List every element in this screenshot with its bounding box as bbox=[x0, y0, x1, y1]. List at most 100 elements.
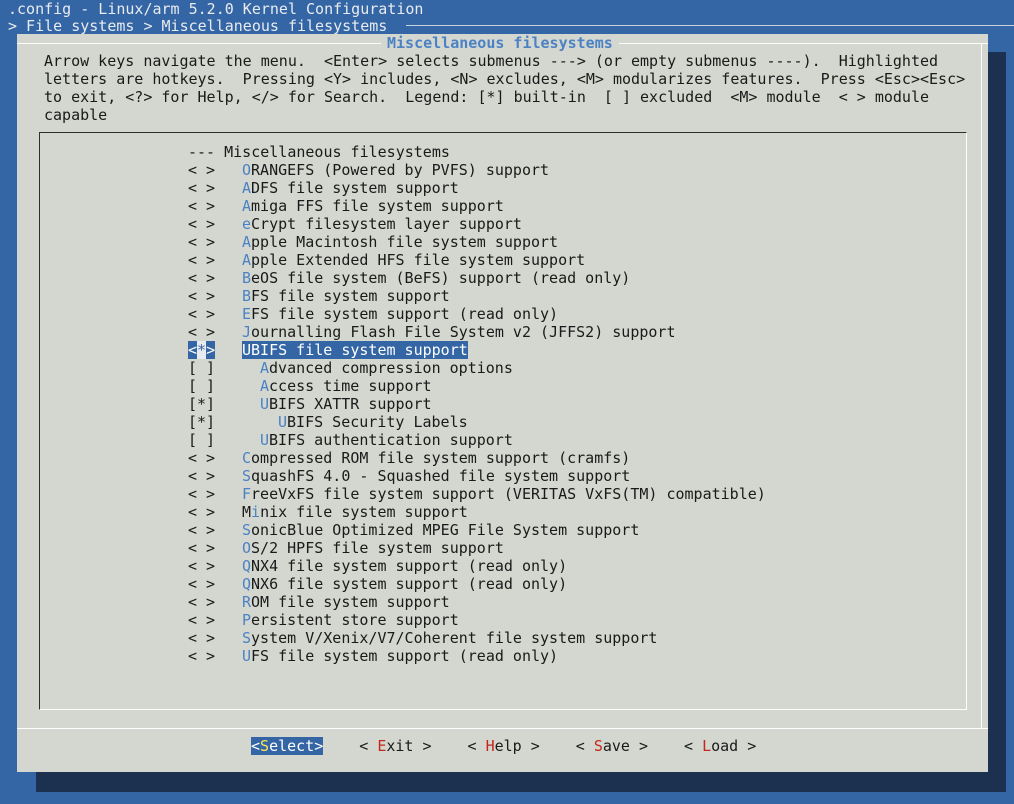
menu-item[interactable]: < > Journalling Flash File System v2 (JFF… bbox=[188, 323, 766, 341]
menu-item-hotkey: Q bbox=[242, 575, 252, 593]
menu-item[interactable]: < > Persistent store support bbox=[188, 611, 766, 629]
menu-item-label: ADFS file system support bbox=[242, 179, 459, 197]
menu-item[interactable]: < > System V/Xenix/V7/Coherent file syste… bbox=[188, 629, 766, 647]
menu-item-label: UBIFS file system support bbox=[242, 341, 468, 359]
menu-item[interactable]: [ ] UBIFS authentication support bbox=[188, 431, 766, 449]
menu-item-state[interactable]: < > bbox=[188, 449, 242, 467]
breadcrumb-rule bbox=[406, 25, 1014, 26]
help-button[interactable]: < Help > bbox=[468, 737, 540, 755]
exit-button[interactable]: < Exit > bbox=[359, 737, 431, 755]
menu-item-label: Minix file system support bbox=[242, 503, 468, 521]
menu-item-state[interactable]: < > bbox=[188, 539, 242, 557]
menu-header: --- Miscellaneous filesystems bbox=[188, 143, 450, 161]
menu-item[interactable]: < > QNX6 file system support (read only) bbox=[188, 575, 766, 593]
menu-item-state[interactable]: < > bbox=[188, 251, 242, 269]
menu-item[interactable]: < > FreeVxFS file system support (VERITAS… bbox=[188, 485, 766, 503]
menu-item-hotkey: C bbox=[242, 449, 252, 467]
menu-item-state[interactable]: < > bbox=[188, 179, 242, 197]
menu-item-label: Apple Macintosh file system support bbox=[242, 233, 559, 251]
menu-item[interactable]: < > Compressed ROM file system support (c… bbox=[188, 449, 766, 467]
menu-item[interactable]: < > OS/2 HPFS file system support bbox=[188, 539, 766, 557]
menu-item-label: eCrypt filesystem layer support bbox=[242, 215, 522, 233]
menu-item-hotkey: B bbox=[242, 287, 252, 305]
menu-item-state[interactable]: < > bbox=[188, 215, 242, 233]
menu-item-state[interactable]: [*] bbox=[188, 413, 242, 431]
menu-item-state[interactable]: [ ] bbox=[188, 359, 242, 377]
menu-item[interactable]: < > ADFS file system support bbox=[188, 179, 766, 197]
menu-item-hotkey: A bbox=[242, 197, 252, 215]
menu-item[interactable]: < > eCrypt filesystem layer support bbox=[188, 215, 766, 233]
menu-item-hotkey: i bbox=[251, 503, 261, 521]
menu-item-hotkey: P bbox=[242, 611, 252, 629]
menu-item[interactable]: < > UFS file system support (read only) bbox=[188, 647, 766, 665]
menu-item[interactable]: [*] UBIFS Security Labels bbox=[188, 413, 766, 431]
breadcrumb-text: > File systems > Miscellaneous filesyste… bbox=[8, 17, 388, 35]
menu-item-state[interactable]: < > bbox=[188, 269, 242, 287]
menu-item[interactable]: < > EFS file system support (read only) bbox=[188, 305, 766, 323]
menu-item[interactable]: < > QNX4 file system support (read only) bbox=[188, 557, 766, 575]
select-button[interactable]: <Select> bbox=[251, 737, 324, 755]
menu-item[interactable]: < > ORANGEFS (Powered by PVFS) support bbox=[188, 161, 766, 179]
menu-item-state[interactable]: <*> bbox=[188, 341, 242, 359]
menu-item[interactable]: <*> UBIFS file system support bbox=[188, 341, 766, 359]
menu-item-label: ROM file system support bbox=[242, 593, 450, 611]
window-title: .config - Linux/arm 5.2.0 Kernel Configu… bbox=[8, 0, 424, 18]
menu-item[interactable]: [ ] Access time support bbox=[188, 377, 766, 395]
help-line: to exit, <?> for Help, </> for Search. L… bbox=[44, 88, 930, 106]
menu-item-state[interactable]: < > bbox=[188, 629, 242, 647]
button-hotkey: L bbox=[702, 737, 712, 755]
menu-item[interactable]: [*] UBIFS XATTR support bbox=[188, 395, 766, 413]
menu-item-label: QNX4 file system support (read only) bbox=[242, 557, 568, 575]
menu-item-state[interactable]: < > bbox=[188, 647, 242, 665]
menu-item-state[interactable]: < > bbox=[188, 503, 242, 521]
menu-item[interactable]: < > Minix file system support bbox=[188, 503, 766, 521]
menu-item-state[interactable]: [ ] bbox=[188, 377, 242, 395]
menu-item[interactable]: < > Apple Macintosh file system support bbox=[188, 233, 766, 251]
button-bar: <Select> < Exit > < Help > < Save > < Load > bbox=[251, 737, 792, 755]
menu-item-state[interactable]: < > bbox=[188, 467, 242, 485]
menu-item-label: OS/2 HPFS file system support bbox=[242, 539, 504, 557]
menu-item-state[interactable]: < > bbox=[188, 485, 242, 503]
menu-item-hotkey: O bbox=[242, 161, 252, 179]
menu-item-hotkey: O bbox=[242, 539, 252, 557]
menu-item[interactable]: < > BFS file system support bbox=[188, 287, 766, 305]
save-button[interactable]: < Save > bbox=[576, 737, 648, 755]
load-button[interactable]: < Load > bbox=[684, 737, 756, 755]
menu-item[interactable]: < > Apple Extended HFS file system suppor… bbox=[188, 251, 766, 269]
button-hotkey: H bbox=[485, 737, 495, 755]
menu-item[interactable]: < > SonicBlue Optimized MPEG File System … bbox=[188, 521, 766, 539]
menu-item-state[interactable]: [ ] bbox=[188, 431, 242, 449]
menu-item-state[interactable]: < > bbox=[188, 323, 242, 341]
menu-item-hotkey: S bbox=[242, 629, 252, 647]
menu-item-label: Advanced compression options bbox=[260, 359, 513, 377]
menu-item-state[interactable]: < > bbox=[188, 287, 242, 305]
menu-list-box[interactable]: --- Miscellaneous filesystems < > ORANGEF… bbox=[39, 132, 967, 710]
menu-item[interactable]: < > Amiga FFS file system support bbox=[188, 197, 766, 215]
menu-item-label: Amiga FFS file system support bbox=[242, 197, 504, 215]
menu-item-state[interactable]: < > bbox=[188, 557, 242, 575]
menu-item-state[interactable]: < > bbox=[188, 593, 242, 611]
menu-item-state[interactable]: < > bbox=[188, 197, 242, 215]
menu-list: --- Miscellaneous filesystems < > ORANGEF… bbox=[188, 143, 766, 665]
menu-item-hotkey: J bbox=[242, 323, 252, 341]
button-bar-border bbox=[17, 728, 988, 729]
menu-item[interactable]: < > BeOS file system (BeFS) support (read… bbox=[188, 269, 766, 287]
config-dialog: Miscellaneous filesystems Arrow keys nav… bbox=[17, 34, 988, 772]
menu-item-state[interactable]: < > bbox=[188, 575, 242, 593]
menu-item-state[interactable]: < > bbox=[188, 233, 242, 251]
menu-item-label: BFS file system support bbox=[242, 287, 450, 305]
menu-item-state[interactable]: < > bbox=[188, 611, 242, 629]
menu-item[interactable]: [ ] Advanced compression options bbox=[188, 359, 766, 377]
menu-item-state[interactable]: < > bbox=[188, 521, 242, 539]
dialog-title: Miscellaneous filesystems bbox=[381, 34, 619, 52]
menu-item-label: QNX6 file system support (read only) bbox=[242, 575, 568, 593]
menu-item-state[interactable]: < > bbox=[188, 161, 242, 179]
menu-item[interactable]: < > ROM file system support bbox=[188, 593, 766, 611]
menu-item[interactable]: < > SquashFS 4.0 - Squashed file system s… bbox=[188, 467, 766, 485]
menu-item-label: Access time support bbox=[260, 377, 432, 395]
menu-item-hotkey: R bbox=[242, 593, 252, 611]
menu-item-label: UFS file system support (read only) bbox=[242, 647, 559, 665]
menu-item-label: UBIFS authentication support bbox=[260, 431, 513, 449]
menu-item-state[interactable]: [*] bbox=[188, 395, 242, 413]
menu-item-state[interactable]: < > bbox=[188, 305, 242, 323]
